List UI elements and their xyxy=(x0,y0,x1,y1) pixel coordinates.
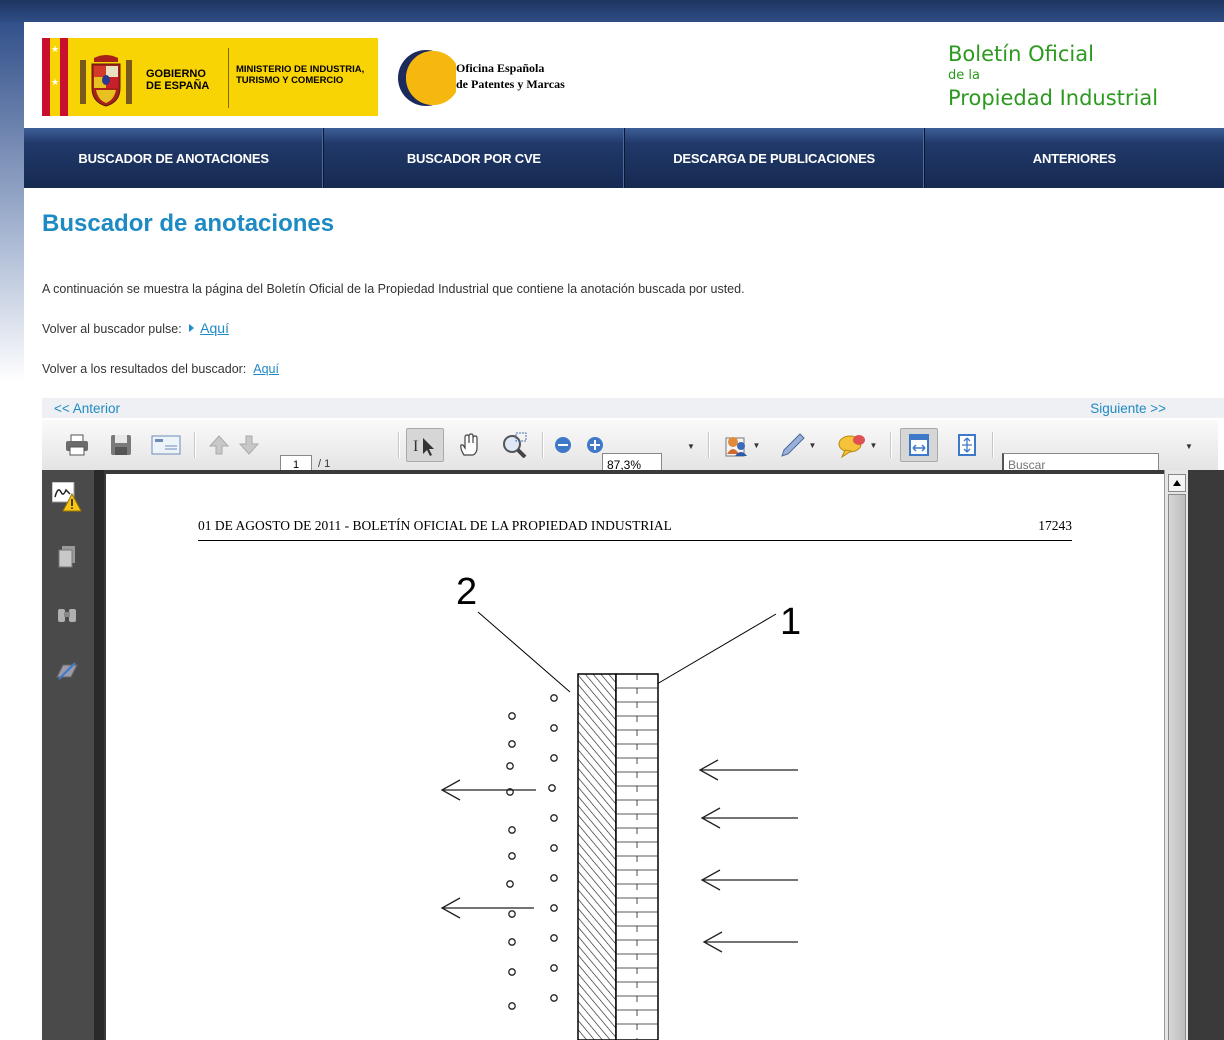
back-to-results-label: Volver a los resultados del buscador: xyxy=(42,362,247,376)
oepm-line-2: de Patentes y Marcas xyxy=(456,77,565,91)
fit-page-icon[interactable] xyxy=(952,432,982,458)
oepm-line-1: Oficina Española xyxy=(456,61,545,75)
figure-label-2: 2 xyxy=(456,571,477,613)
figure-label-1: 1 xyxy=(780,601,801,643)
browser-frame: ★ ★ GOBIERNO DE ESPAÑA MINISTERIO DE INDU… xyxy=(0,0,1224,1040)
next-result-link[interactable]: Siguiente >> xyxy=(1090,401,1166,416)
zoom-dropdown-icon[interactable]: ▼ xyxy=(687,442,695,451)
back-to-search-row: Volver al buscador pulse: Aquí xyxy=(42,320,229,336)
back-to-search-label: Volver al buscador pulse: xyxy=(42,322,182,336)
gobierno-label: GOBIERNO DE ESPAÑA xyxy=(146,68,210,92)
leader-line-1 xyxy=(639,613,777,695)
main-navigation: BUSCADOR DE ANOTACIONES BUSCADOR POR CVE… xyxy=(24,128,1224,188)
outgoing-arrows xyxy=(440,779,536,919)
previous-page-icon[interactable] xyxy=(206,432,232,458)
logo-divider xyxy=(228,48,229,108)
panel-divider[interactable] xyxy=(94,470,104,1040)
back-to-results-link[interactable]: Aquí xyxy=(253,362,279,376)
email-icon[interactable] xyxy=(150,432,182,458)
oepm-name: Oficina Española de Patentes y Marcas xyxy=(456,60,565,92)
coat-of-arms-icon xyxy=(80,55,132,107)
nav-buscador-anotaciones[interactable]: BUSCADOR DE ANOTACIONES xyxy=(24,128,325,188)
oepm-logo-icon[interactable] xyxy=(396,48,456,108)
bopi-title-line-3: Propiedad Industrial xyxy=(948,86,1159,110)
print-icon[interactable] xyxy=(62,432,92,458)
incoming-arrows xyxy=(698,759,798,953)
gobierno-logo[interactable]: ★ ★ GOBIERNO DE ESPAÑA MINISTERIO DE INDU… xyxy=(42,38,378,116)
particles xyxy=(506,694,558,1010)
pdf-viewer: 01 DE AGOSTO DE 2011 - BOLETÍN OFICIAL D… xyxy=(42,470,1224,1040)
page-title: Buscador de anotaciones xyxy=(42,210,335,237)
nav-descarga-publicaciones[interactable]: DESCARGA DE PUBLICACIONES xyxy=(625,128,925,188)
hatched-layer xyxy=(577,673,617,1040)
toolbar-separator xyxy=(890,432,891,458)
toolbar-separator xyxy=(542,432,543,458)
vertical-scrollbar[interactable] xyxy=(1164,470,1189,1040)
toolbar-separator xyxy=(194,432,195,458)
comment-icon[interactable]: ▼ xyxy=(832,432,882,458)
select-text-icon[interactable]: I xyxy=(406,428,444,462)
signatures-warning-icon[interactable] xyxy=(52,482,82,512)
link-arrow-icon xyxy=(189,324,195,332)
search-options-dropdown-icon[interactable]: ▼ xyxy=(1185,442,1193,451)
intro-text: A continuación se muestra la página del … xyxy=(42,282,745,296)
page-content: ★ ★ GOBIERNO DE ESPAÑA MINISTERIO DE INDU… xyxy=(24,22,1224,1040)
document-header: 01 DE AGOSTO DE 2011 - BOLETÍN OFICIAL D… xyxy=(198,518,1072,541)
next-page-icon[interactable] xyxy=(236,432,262,458)
viewer-right-margin xyxy=(1188,470,1224,1040)
page-left-gradient xyxy=(0,22,24,382)
ministry-label: MINISTERIO DE INDUSTRIA, TURISMO Y COMER… xyxy=(236,64,365,86)
layers-icon[interactable] xyxy=(52,656,82,686)
patent-drawing: 2 1 xyxy=(440,571,801,1040)
document-header-text: 01 DE AGOSTO DE 2011 - BOLETÍN OFICIAL D… xyxy=(198,518,672,533)
scrollbar-thumb[interactable] xyxy=(1168,494,1186,1040)
leader-line-2 xyxy=(477,611,571,693)
sign-icon[interactable]: ▼ xyxy=(718,432,764,458)
highlight-pen-icon[interactable]: ▼ xyxy=(774,432,820,458)
zoom-out-icon[interactable] xyxy=(550,432,576,458)
pdf-navigation-panel xyxy=(42,470,94,1040)
toolbar-separator xyxy=(992,432,993,458)
result-pager: << Anterior Siguiente >> xyxy=(42,398,1224,418)
eu-stars-icon: ★ ★ xyxy=(50,44,60,87)
toolbar-separator xyxy=(708,432,709,458)
previous-result-link[interactable]: << Anterior xyxy=(54,401,120,416)
back-to-results-row: Volver a los resultados del buscador: Aq… xyxy=(42,362,279,376)
binoculars-icon[interactable] xyxy=(52,600,82,630)
pages-icon[interactable] xyxy=(52,542,82,572)
nav-buscador-cve[interactable]: BUSCADOR POR CVE xyxy=(324,128,625,188)
bopi-title-line-2: de la xyxy=(948,68,980,83)
back-to-search-link[interactable]: Aquí xyxy=(200,320,229,336)
marquee-zoom-icon[interactable] xyxy=(498,432,530,458)
bopi-site-title[interactable]: Boletín Oficial de la Propiedad Industri… xyxy=(948,40,1158,112)
scroll-up-arrow-icon[interactable] xyxy=(1168,474,1186,492)
page-total: / 1 xyxy=(318,458,331,470)
bopi-title-line-1: Boletín Oficial xyxy=(948,42,1094,66)
hand-tool-icon[interactable] xyxy=(454,432,484,458)
fit-width-icon[interactable] xyxy=(900,428,938,462)
save-icon[interactable] xyxy=(106,432,136,458)
svg-text:I: I xyxy=(413,438,418,455)
toolbar-separator xyxy=(398,432,399,458)
document-page-number: 17243 xyxy=(1038,518,1072,533)
pdf-page: 01 DE AGOSTO DE 2011 - BOLETÍN OFICIAL D… xyxy=(106,474,1164,1040)
nav-anteriores[interactable]: ANTERIORES xyxy=(925,128,1224,188)
window-top-bar xyxy=(0,0,1224,22)
